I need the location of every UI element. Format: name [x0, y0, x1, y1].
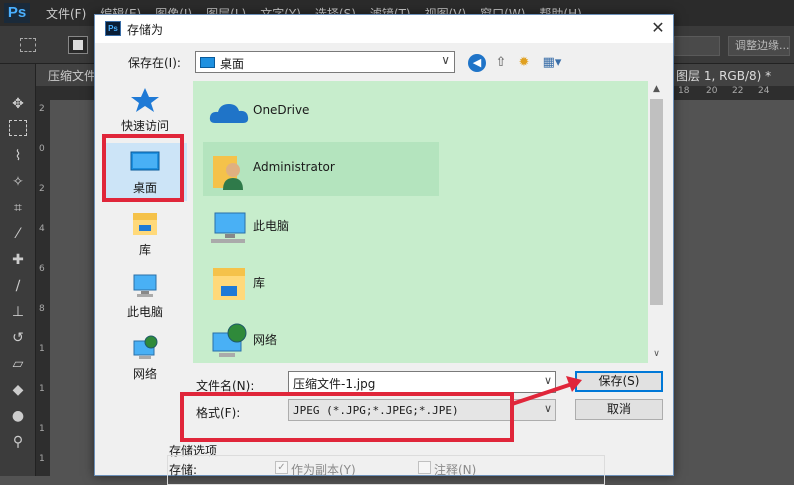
- refine-edge-button[interactable]: 调整边缘...: [728, 36, 790, 56]
- as-copy-checkbox[interactable]: ✓: [275, 461, 288, 474]
- place-label: 此电脑: [126, 305, 163, 319]
- onedrive-icon: [209, 104, 249, 123]
- ruler-tick: 0: [39, 144, 45, 154]
- eyedropper-tool-icon[interactable]: ⁄: [7, 224, 29, 244]
- ruler-tick: 1: [39, 384, 45, 394]
- place-label: 库: [138, 243, 151, 257]
- ruler-tick: 22: [732, 86, 744, 96]
- place-label: 快速访问: [120, 119, 169, 133]
- marquee-icon[interactable]: [20, 38, 36, 52]
- chevron-down-icon: ∨: [441, 53, 450, 67]
- back-icon[interactable]: ◀: [468, 54, 486, 72]
- save-options-group: [167, 455, 605, 485]
- move-tool-icon[interactable]: ✥: [7, 94, 29, 114]
- filename-value: 压缩文件-1.jpg: [293, 377, 376, 391]
- file-label: 此电脑: [253, 219, 290, 233]
- as-copy-label: 作为副本(Y): [291, 463, 356, 477]
- ruler-tick: 2: [39, 104, 45, 114]
- desktop-icon: [200, 57, 215, 68]
- notes-checkbox[interactable]: [418, 461, 431, 474]
- file-label: 网络: [253, 333, 278, 347]
- dialog-title: 存储为: [127, 23, 164, 37]
- vertical-scrollbar[interactable]: ▲ ∨: [648, 81, 665, 363]
- ruler-tick: 1: [39, 424, 45, 434]
- ps-toolbar: ✥ ⌇ ✧ ⌗ ⁄ ✚ ∕ ⊥ ↺ ▱ ◆ ● ⚲: [0, 64, 36, 476]
- place-label: 网络: [132, 367, 157, 381]
- magic-wand-tool-icon[interactable]: ✧: [7, 172, 29, 192]
- up-folder-icon[interactable]: ⇧: [491, 53, 511, 73]
- list-item[interactable]: 此电脑: [203, 199, 439, 253]
- lasso-tool-icon[interactable]: ⌇: [7, 146, 29, 166]
- star-icon: [131, 88, 159, 112]
- blur-tool-icon[interactable]: ●: [7, 406, 29, 426]
- file-label: OneDrive: [253, 103, 310, 117]
- scroll-up-icon[interactable]: ▲: [648, 81, 665, 98]
- ruler-tick: 2: [39, 184, 45, 194]
- list-item[interactable]: 网络: [203, 313, 439, 367]
- crop-tool-icon[interactable]: ⌗: [7, 198, 29, 218]
- healing-tool-icon[interactable]: ✚: [7, 250, 29, 270]
- menu-file[interactable]: 文件(F): [46, 5, 86, 22]
- dialog-titlebar[interactable]: Ps 存储为 ✕: [95, 15, 673, 43]
- computer-icon: [211, 212, 246, 243]
- stamp-tool-icon[interactable]: ⊥: [7, 302, 29, 322]
- save-in-combo[interactable]: 桌面 ∨: [195, 51, 455, 73]
- ps-logo: Ps: [4, 3, 30, 23]
- save-in-value: 桌面: [220, 57, 245, 71]
- network-icon: [133, 335, 158, 359]
- marquee-tool-icon[interactable]: [9, 120, 27, 136]
- document-tab[interactable]: 压缩文件: [48, 67, 96, 84]
- file-list[interactable]: OneDrive Administrator 此电脑 库 网络 ▲ ∨: [193, 81, 665, 363]
- library-icon: [133, 213, 157, 235]
- computer-icon: [133, 274, 157, 297]
- list-item[interactable]: OneDrive: [203, 85, 439, 139]
- history-brush-tool-icon[interactable]: ↺: [7, 328, 29, 348]
- list-item[interactable]: 库: [203, 256, 439, 310]
- save-options-store-label: 存储:: [169, 463, 198, 477]
- bucket-tool-icon[interactable]: ◆: [7, 380, 29, 400]
- document-tab-active[interactable]: 图层 1, RGB/8) *: [676, 67, 771, 84]
- close-button[interactable]: ✕: [647, 17, 669, 39]
- places-bar: 快速访问 桌面 库 此电脑 网络: [103, 81, 187, 381]
- selection-mode-icon[interactable]: [68, 36, 88, 54]
- view-menu-icon[interactable]: ▦▾: [538, 53, 566, 73]
- file-label: Administrator: [253, 160, 335, 174]
- scroll-down-icon[interactable]: ∨: [648, 346, 665, 363]
- ruler-left: 2 0 2 4 6 8 1 1 1 1: [36, 100, 50, 476]
- network-icon: [212, 323, 247, 357]
- eraser-tool-icon[interactable]: ▱: [7, 354, 29, 374]
- ruler-tick: 8: [39, 304, 45, 314]
- place-library[interactable]: 库: [103, 205, 187, 263]
- notes-label: 注释(N): [434, 463, 477, 477]
- place-network[interactable]: 网络: [103, 329, 187, 387]
- ruler-tick: 24: [758, 86, 770, 96]
- annotation-box-desktop: [102, 134, 184, 202]
- ruler-tick: 1: [39, 344, 45, 354]
- scroll-thumb[interactable]: [650, 99, 663, 305]
- place-this-pc[interactable]: 此电脑: [103, 267, 187, 325]
- ruler-tick: 4: [39, 224, 45, 234]
- dodge-tool-icon[interactable]: ⚲: [7, 432, 29, 452]
- ruler-tick: 18: [678, 86, 690, 96]
- list-item[interactable]: Administrator: [203, 142, 439, 196]
- ruler-tick: 6: [39, 264, 45, 274]
- brush-tool-icon[interactable]: ∕: [7, 276, 29, 296]
- save-in-label: 保存在(I):: [128, 56, 181, 70]
- library-icon: [213, 268, 245, 300]
- place-quick-access[interactable]: 快速访问: [103, 81, 187, 139]
- photoshop-icon: Ps: [105, 21, 121, 36]
- file-label: 库: [253, 276, 266, 290]
- new-folder-icon[interactable]: ✹: [514, 53, 534, 73]
- ps-option-field[interactable]: [674, 36, 720, 56]
- ruler-tick: 1: [39, 454, 45, 464]
- user-folder-icon: [213, 156, 243, 190]
- annotation-arrow: [511, 376, 582, 406]
- annotation-box-format: [180, 392, 514, 442]
- ruler-tick: 20: [706, 86, 718, 96]
